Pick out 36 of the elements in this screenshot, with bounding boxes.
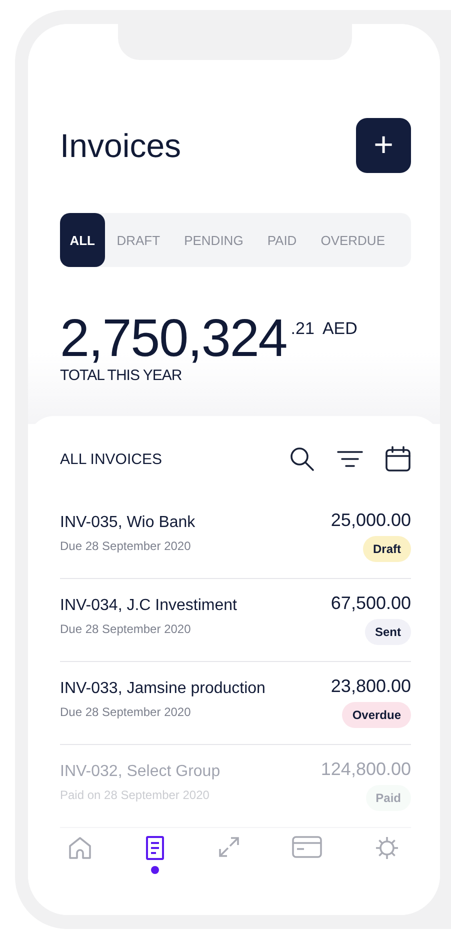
invoice-row[interactable]: INV-034, J.C Investiment Due 28 September 2020 67,500.00 Sent [60, 579, 411, 662]
card-icon [292, 836, 322, 858]
invoice-date: Due 28 September 2020 [60, 622, 192, 636]
total-decimals: .21 [290, 319, 314, 339]
invoice-row[interactable]: INV-035, Wio Bank Due 28 September 2020 25,000.00 Draft [60, 496, 411, 579]
document-icon [144, 836, 165, 860]
status-badge: Sent [364, 619, 411, 645]
invoice-name: INV-035, Wio Bank [60, 514, 196, 532]
add-invoice-button[interactable]: + [356, 118, 411, 173]
filter-tab[interactable]: ALL [60, 213, 105, 267]
currency-label: AED [322, 319, 358, 339]
nav-item[interactable] [144, 836, 165, 874]
filter-icon[interactable] [337, 450, 363, 468]
home-icon [68, 836, 92, 860]
status-badge: Overdue [342, 702, 411, 728]
invoice-amount: 124,800.00 [320, 759, 411, 780]
calendar-icon[interactable] [385, 446, 411, 472]
invoice-amount: 25,000.00 [330, 510, 411, 531]
list-title: ALL INVOICES [60, 450, 162, 468]
invoice-amount: 23,800.00 [330, 676, 411, 697]
status-badge: Paid [366, 785, 411, 811]
status-badge: Draft [362, 536, 411, 562]
invoice-name: INV-032, Select Group [60, 763, 220, 781]
invoice-date: Due 28 September 2020 [60, 539, 192, 553]
invoice-name: INV-033, Jamsine production [60, 680, 266, 698]
page-title: Invoices [60, 126, 182, 164]
total-amount: 2,750,324 [60, 313, 287, 365]
total-caption: TOTAL THIS YEAR [60, 367, 183, 384]
invoice-amount: 67,500.00 [330, 593, 411, 614]
invoice-name: INV-034, J.C Investiment [60, 597, 237, 615]
settings-icon [375, 836, 399, 860]
diagonal-arrows-icon [218, 836, 240, 858]
invoice-row[interactable]: INV-033, Jamsine production Due 28 September 2020 23,800.00 Overdue [60, 662, 411, 745]
active-dot [150, 866, 159, 874]
search-icon[interactable] [289, 446, 315, 472]
invoice-date: Due 28 September 2020 [60, 705, 192, 719]
